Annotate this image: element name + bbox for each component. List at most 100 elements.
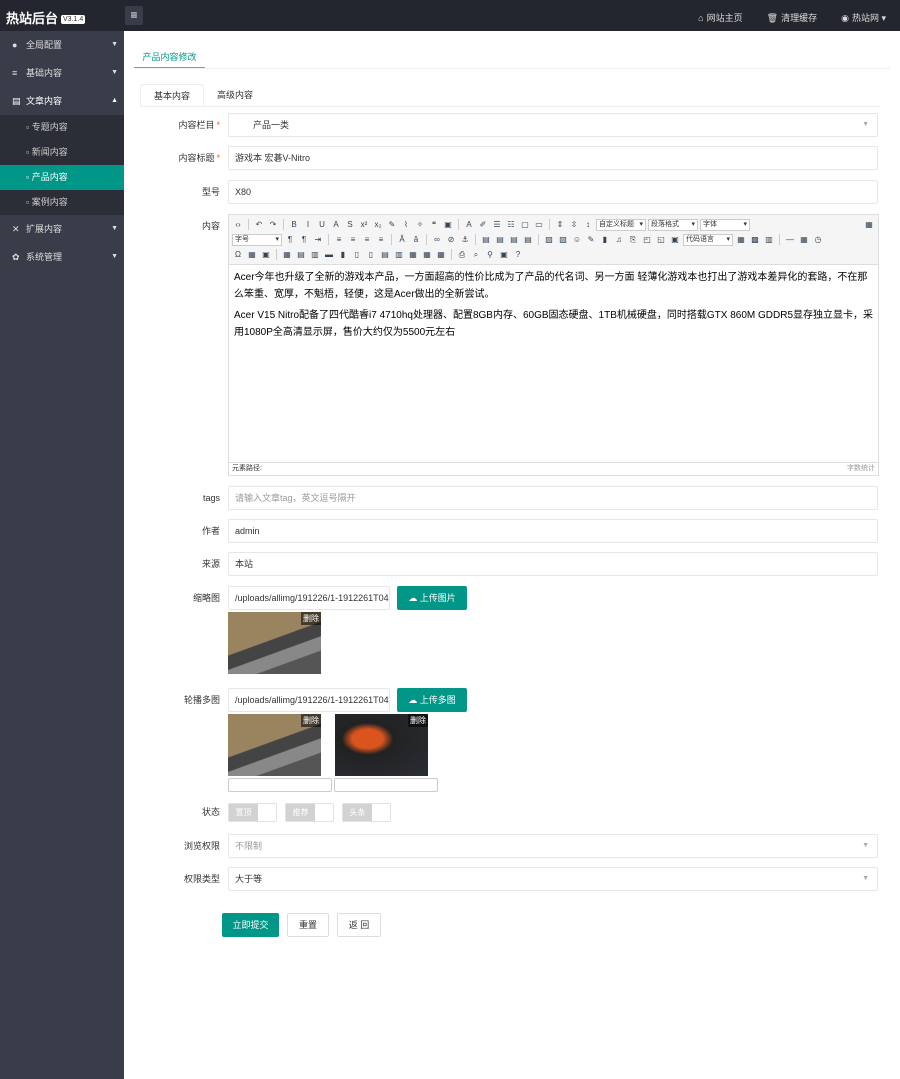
image-left-icon[interactable]: ▤ bbox=[480, 234, 492, 245]
category-select[interactable]: 产品一类 ▼ bbox=[228, 113, 878, 137]
author-input[interactable]: admin bbox=[228, 519, 878, 543]
gmap-icon[interactable]: ◱ bbox=[655, 234, 667, 245]
ol-icon[interactable]: ☰ bbox=[491, 219, 503, 230]
sidebar-subitem-product[interactable]: ▫ 产品内容 bbox=[0, 165, 124, 190]
insert-col-icon[interactable]: ▥ bbox=[309, 249, 321, 260]
table-icon[interactable]: ▦ bbox=[281, 249, 293, 260]
nav-clear-cache-link[interactable]: 🗑 清理缓存 bbox=[767, 11, 817, 24]
delete-row-icon[interactable]: ▬ bbox=[323, 249, 335, 260]
indent-icon[interactable]: ⇥ bbox=[312, 234, 324, 245]
sidebar-item-global-config[interactable]: ● 全局配置 ▼ bbox=[0, 31, 124, 59]
scrawl-icon[interactable]: ✎ bbox=[585, 234, 597, 245]
align-center-icon[interactable]: ≡ bbox=[347, 234, 359, 245]
search-icon[interactable]: ⌕ bbox=[470, 249, 482, 260]
upload-image-button[interactable]: ☁ 上传图片 bbox=[397, 586, 467, 610]
nav-user-menu[interactable]: ◉ 热站网 ▾ bbox=[841, 11, 886, 24]
chart-icon[interactable]: ▦ bbox=[435, 249, 447, 260]
unlink-icon[interactable]: ⊘ bbox=[445, 234, 457, 245]
delete-gallery-image-button[interactable]: 删除 bbox=[301, 714, 321, 727]
quote-icon[interactable]: ❝ bbox=[428, 219, 440, 230]
gallery-caption-input[interactable] bbox=[334, 778, 438, 792]
menu-toggle-button[interactable]: ≡ bbox=[125, 6, 143, 25]
map-icon[interactable]: ◰ bbox=[641, 234, 653, 245]
multi-image-icon[interactable]: ▧ bbox=[557, 234, 569, 245]
reset-button[interactable]: 重置 bbox=[287, 913, 329, 937]
delete-col-icon[interactable]: ▮ bbox=[337, 249, 349, 260]
line-height-icon[interactable]: ↕ bbox=[582, 219, 594, 230]
music-icon[interactable]: ♫ bbox=[613, 234, 625, 245]
toolbar-select[interactable]: 段落格式 ▾ bbox=[648, 218, 698, 231]
toolbar-select[interactable]: 自定义标题 ▾ bbox=[596, 218, 646, 231]
sidebar-item-system[interactable]: ✿ 系统管理 ▼ bbox=[0, 243, 124, 271]
image-icon[interactable]: ▨ bbox=[543, 234, 555, 245]
delete-thumbnail-button[interactable]: 删除 bbox=[301, 612, 321, 625]
model-input[interactable]: X80 bbox=[228, 180, 878, 204]
rtl-icon[interactable]: ¶ bbox=[298, 234, 310, 245]
sidebar-item-extension[interactable]: ✕ 扩展内容 ▼ bbox=[0, 215, 124, 243]
gallery-caption-input[interactable] bbox=[228, 778, 332, 792]
draft-icon[interactable]: ▣ bbox=[498, 249, 510, 260]
gallery-path-input[interactable]: /uploads/allimg/191226/1-1912261T046 bbox=[228, 688, 390, 712]
tab-advanced[interactable]: 高级内容 bbox=[204, 84, 266, 106]
italic-icon[interactable]: I bbox=[302, 219, 314, 230]
help-icon[interactable]: ? bbox=[512, 249, 524, 260]
logo[interactable]: 热站后台 V3.1.4 bbox=[6, 8, 86, 27]
tab-basic[interactable]: 基本内容 bbox=[140, 84, 205, 106]
date-icon[interactable]: ▦ bbox=[798, 234, 810, 245]
attachment-icon[interactable]: ⎘ bbox=[627, 234, 639, 245]
split-col-icon[interactable]: ▥ bbox=[393, 249, 405, 260]
sidebar-item-article-content[interactable]: ▤ 文章内容 ▲ bbox=[0, 87, 124, 115]
redo-icon[interactable]: ↷ bbox=[267, 219, 279, 230]
editor-body[interactable]: Acer今年也升级了全新的游戏本产品，一方面超高的性价比成为了产品的代名词、另一… bbox=[229, 265, 878, 349]
binoculars-icon[interactable]: ⚲ bbox=[484, 249, 496, 260]
para-spacing-icon[interactable]: ⇳ bbox=[568, 219, 580, 230]
cell-icon[interactable]: ▦ bbox=[407, 249, 419, 260]
toolbar-select[interactable]: 字体 ▾ bbox=[700, 218, 750, 231]
align-left-icon[interactable]: ≡ bbox=[333, 234, 345, 245]
searchreplace-icon[interactable]: ▣ bbox=[260, 249, 272, 260]
strike-icon[interactable]: S bbox=[344, 219, 356, 230]
title-input[interactable]: 游戏本 宏碁V-Nitro bbox=[228, 146, 878, 170]
image-center-icon[interactable]: ▤ bbox=[522, 234, 534, 245]
special-char-icon[interactable]: Ω bbox=[232, 249, 244, 260]
eraser-icon[interactable]: ✎ bbox=[386, 219, 398, 230]
toolbar-select[interactable]: 字号 ▾ bbox=[232, 233, 282, 246]
ltr-icon[interactable]: ¶ bbox=[284, 234, 296, 245]
wordimage-icon[interactable]: ▦ bbox=[246, 249, 258, 260]
submit-button[interactable]: 立即提交 bbox=[222, 913, 279, 937]
insert-row-icon[interactable]: ▤ bbox=[295, 249, 307, 260]
toggle-headline[interactable]: 头条 bbox=[342, 803, 391, 822]
nav-home-link[interactable]: ⌂ 网站主页 bbox=[698, 11, 742, 24]
anchor-icon[interactable]: ⚓ bbox=[459, 234, 471, 245]
justify-icon[interactable]: ≡ bbox=[375, 234, 387, 245]
align-right-icon[interactable]: ≡ bbox=[361, 234, 373, 245]
highlight-icon[interactable]: ✐ bbox=[477, 219, 489, 230]
bold-icon[interactable]: B bbox=[288, 219, 300, 230]
uppercase-icon[interactable]: Â bbox=[396, 234, 408, 245]
html-icon[interactable]: ‹› bbox=[232, 219, 244, 230]
image-right-icon[interactable]: ▤ bbox=[508, 234, 520, 245]
ul-icon[interactable]: ☷ bbox=[505, 219, 517, 230]
link-icon[interactable]: ∞ bbox=[431, 234, 443, 245]
select-all-icon[interactable]: ▢ bbox=[519, 219, 531, 230]
subscript-icon[interactable]: x₂ bbox=[372, 219, 384, 230]
hr-icon[interactable]: — bbox=[784, 234, 796, 245]
table-props-icon[interactable]: ▦ bbox=[421, 249, 433, 260]
sidebar-subitem-news[interactable]: ▫ 新闻内容 bbox=[0, 140, 124, 165]
image-none-icon[interactable]: ▤ bbox=[494, 234, 506, 245]
delete-gallery-image-button[interactable]: 删除 bbox=[408, 714, 428, 727]
border-icon[interactable]: A bbox=[330, 219, 342, 230]
undo-icon[interactable]: ↶ bbox=[253, 219, 265, 230]
row-spacing-icon[interactable]: ⇕ bbox=[554, 219, 566, 230]
sidebar-subitem-topic[interactable]: ▫ 专题内容 bbox=[0, 115, 124, 140]
paste-icon[interactable]: ▣ bbox=[442, 219, 454, 230]
source-input[interactable]: 本站 bbox=[228, 552, 878, 576]
lowercase-icon[interactable]: â bbox=[410, 234, 422, 245]
brush-icon[interactable]: ⌇ bbox=[400, 219, 412, 230]
preview-icon[interactable]: ▦ bbox=[863, 219, 875, 230]
page-title-tab[interactable]: 产品内容修改 bbox=[134, 45, 205, 69]
split-row-icon[interactable]: ▤ bbox=[379, 249, 391, 260]
toggle-recommend[interactable]: 推荐 bbox=[285, 803, 334, 822]
template-icon[interactable]: ▦ bbox=[735, 234, 747, 245]
thumbnail-path-input[interactable]: /uploads/allimg/191226/1-1912261T040 bbox=[228, 586, 390, 610]
